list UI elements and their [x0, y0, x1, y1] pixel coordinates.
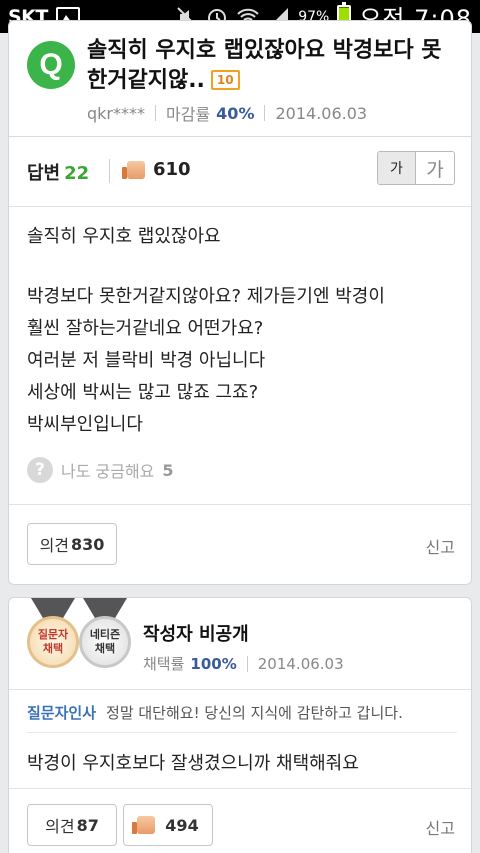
close-rate-label: 마감률	[166, 105, 211, 124]
divider	[27, 732, 457, 733]
answer-author: 작성자 비공개	[143, 624, 249, 645]
question-badge-icon: Q	[27, 41, 75, 89]
likes-count: 494	[165, 815, 199, 835]
question-body: 솔직히 우지호 랩있잖아요 박경보다 못한거같지않아요? 제가듣기엔 박경이 훨…	[27, 207, 457, 441]
opinion-button[interactable]: 의견 830	[27, 523, 117, 565]
adopt-rate-value: 100%	[190, 654, 237, 673]
font-size-toggle: 가 가	[377, 151, 455, 185]
question-stats-bar: 답변 22 610 가 가	[9, 137, 471, 207]
divider	[246, 655, 248, 672]
question-title: 솔직히 우지호 랩있잖아요 박경보다 못한거같지않.. 10	[87, 36, 457, 96]
question-body-paragraph: 박경보다 못한거같지않아요? 제가듣기엔 박경이 훨씬 잘하는거같네요 어떤가요…	[27, 286, 385, 435]
answer-report-button[interactable]: 신고	[426, 815, 455, 839]
question-header: Q 솔직히 우지호 랩있잖아요 박경보다 못한거같지않.. 10 qkr**** …	[9, 21, 471, 137]
font-small-button[interactable]: 가	[378, 152, 416, 184]
divider	[9, 788, 471, 789]
opinion-label: 의견	[39, 536, 70, 555]
netizen-adopted-medal-icon: 네티즌 채택	[79, 616, 131, 668]
question-title-text: 솔직히 우지호 랩있잖아요 박경보다 못한거같지않..	[87, 38, 442, 93]
adoption-medals: 질문자 채택 네티즌 채택	[23, 598, 133, 682]
question-body-line: 솔직히 우지호 랩있잖아요	[27, 226, 221, 247]
report-button[interactable]: 신고	[426, 534, 455, 558]
answer-card: 질문자 채택 네티즌 채택 작성자 비공개 채택률 100% 2014.06.0…	[8, 597, 472, 853]
curious-label: 나도 궁금해요	[61, 462, 155, 481]
divider	[264, 105, 266, 121]
answer-count: 답변 22	[27, 159, 89, 185]
points-badge: 10	[210, 70, 240, 90]
answer-like-button[interactable]: 494	[123, 804, 213, 846]
answers-label: 답변	[27, 163, 61, 184]
answers-count: 22	[64, 163, 90, 184]
questioner-thanks: 질문자인사 정말 대단해요! 당신의 지식에 감탄하고 갑니다.	[27, 702, 457, 723]
question-date: 2014.06.03	[275, 103, 368, 123]
question-author[interactable]: qkr****	[87, 104, 145, 123]
answer-body: 박경이 우지호보다 잘생겼으니까 채택해줘요	[27, 753, 359, 774]
adopt-rate-label: 채택률	[143, 655, 185, 673]
question-meta: qkr**** 마감률 40% 2014.06.03	[87, 101, 367, 125]
answer-opinion-button[interactable]: 의견 87	[27, 804, 117, 846]
divider	[109, 159, 110, 183]
divider	[9, 504, 471, 505]
answer-meta: 채택률 100% 2014.06.03	[143, 653, 344, 674]
me-too-curious-button[interactable]: ? 나도 궁금해요 5	[27, 457, 174, 483]
thumbs-up-icon	[122, 160, 145, 179]
questioner-adopted-medal-icon: 질문자 채택	[27, 616, 79, 668]
question-mark-icon: ?	[27, 457, 53, 483]
question-card: Q 솔직히 우지호 랩있잖아요 박경보다 못한거같지않.. 10 qkr**** …	[8, 20, 472, 585]
likes-count: 610	[153, 159, 191, 180]
curious-count: 5	[162, 460, 174, 480]
answer-header: 질문자 채택 네티즌 채택 작성자 비공개 채택률 100% 2014.06.0…	[9, 598, 471, 690]
thumbs-up-icon	[132, 816, 156, 834]
divider	[155, 105, 156, 121]
like-count[interactable]: 610	[122, 159, 191, 180]
close-rate-value: 40%	[216, 103, 255, 123]
thanks-text: 정말 대단해요! 당신의 지식에 감탄하고 갑니다.	[106, 704, 403, 722]
answer-date: 2014.06.03	[257, 654, 344, 673]
thanks-label: 질문자인사	[27, 704, 97, 722]
opinion-count: 87	[76, 815, 99, 835]
opinion-count: 830	[71, 534, 105, 554]
opinion-label: 의견	[45, 817, 75, 836]
font-large-button[interactable]: 가	[416, 152, 454, 184]
